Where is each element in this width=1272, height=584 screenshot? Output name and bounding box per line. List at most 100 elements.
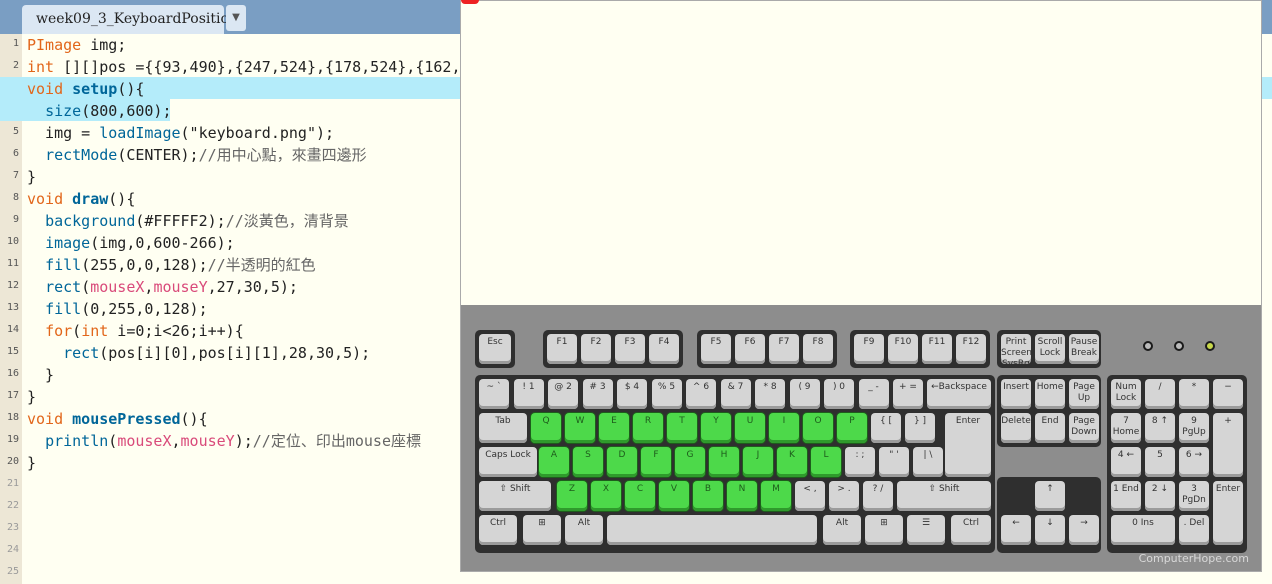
mouse-rect-marker — [461, 0, 479, 4]
line-number: 25 — [6, 566, 19, 577]
code-token: fill — [45, 300, 82, 318]
code-line: rectMode(CENTER);//用中心點，來畫四邊形 — [27, 144, 367, 166]
code-token: (){ — [117, 80, 145, 98]
key-2-: 2 ↓ — [1145, 481, 1175, 511]
code-token: //半透明的紅色 — [207, 256, 316, 274]
key-z: Z — [557, 481, 587, 511]
key-f5: F5 — [701, 334, 731, 364]
code-line: void setup(){ — [27, 78, 144, 100]
key--5: % 5 — [651, 379, 682, 409]
code-token: (){ — [108, 190, 136, 208]
line-number: 1 — [12, 38, 19, 49]
code-line: size(800,600); — [27, 100, 171, 122]
key-8-: 8 ↑ — [1145, 413, 1175, 443]
key-5: 5 — [1145, 447, 1175, 477]
code-token: rect — [63, 344, 100, 362]
code-line: int [][]pos ={{93,490},{247,524},{178,52… — [27, 56, 460, 78]
tab-menu-arrow-icon[interactable]: ▼ — [226, 5, 246, 31]
code-line: } — [27, 364, 54, 386]
key-page-down: Page Down — [1069, 413, 1099, 443]
code-token: mouseY — [153, 278, 208, 296]
line-number: 18 — [6, 412, 19, 423]
code-token: i=0;i<26;i++){ — [108, 322, 244, 340]
code-token: rectMode — [45, 146, 118, 164]
key-f2: F2 — [581, 334, 611, 364]
code-token: } — [27, 366, 55, 384]
key-j: J — [743, 447, 773, 477]
line-number: 11 — [6, 258, 19, 269]
key-e: E — [599, 413, 629, 443]
code-token: (){ — [180, 410, 208, 428]
key-0-ins: 0 Ins — [1111, 515, 1175, 545]
code-line: fill(255,0,0,128);//半透明的紅色 — [27, 254, 316, 276]
key-d: D — [607, 447, 637, 477]
key-enter: Enter — [945, 413, 991, 477]
line-number: 24 — [6, 544, 19, 555]
key-home: Home — [1035, 379, 1065, 409]
code-token: ( — [108, 432, 118, 450]
key--del: . Del — [1179, 515, 1209, 545]
key--: { [ — [871, 413, 901, 443]
code-line: } — [27, 166, 36, 188]
code-token: img = — [27, 124, 100, 142]
key-print-screen-sysrq: Print Screen SysRq — [1001, 334, 1031, 364]
code-token: (pos[i][0],pos[i][1],28,30,5); — [99, 344, 371, 362]
code-line: println(mouseX,mouseY);//定位、印出mouse座標 — [27, 430, 421, 452]
key-num-lock: Num Lock — [1111, 379, 1141, 409]
line-number: 17 — [6, 390, 19, 401]
line-number: 20 — [6, 456, 19, 467]
line-number: 5 — [12, 126, 19, 137]
key--4: $ 4 — [617, 379, 647, 409]
code-token: (0,255,0,128); — [81, 300, 208, 318]
code-token: (255,0,0,128); — [81, 256, 208, 274]
key-q: Q — [531, 413, 561, 443]
key--: → — [1069, 515, 1099, 545]
key-page-up: Page Up — [1069, 379, 1099, 409]
key-3-pgdn: 3 PgDn — [1179, 481, 1209, 511]
key-tab: Tab — [479, 413, 527, 443]
code-token: ); — [234, 432, 253, 450]
key-f11: F11 — [922, 334, 952, 364]
key-ctrl: Ctrl — [479, 515, 517, 545]
key--: ? / — [863, 481, 893, 511]
code-line: void draw(){ — [27, 188, 135, 210]
key--: * — [1179, 379, 1209, 409]
key--: ↓ — [1035, 515, 1065, 545]
key--6: ^ 6 — [686, 379, 716, 409]
key-f4: F4 — [649, 334, 679, 364]
key-g: G — [675, 447, 705, 477]
key--1: ! 1 — [513, 379, 544, 409]
key-4-: 4 ← — [1111, 447, 1141, 477]
code-token: //淡黃色，清背景 — [225, 212, 349, 230]
code-token: ,27,30,5); — [207, 278, 298, 296]
code-token: image — [45, 234, 91, 252]
key--8: * 8 — [755, 379, 785, 409]
code-token: //定位、印出mouse座標 — [252, 432, 421, 450]
code-token: , — [171, 432, 181, 450]
line-number: 12 — [6, 280, 19, 291]
key-r: R — [633, 413, 663, 443]
code-token: void — [27, 410, 64, 428]
key-a: A — [539, 447, 569, 477]
key--: ← — [1001, 515, 1031, 545]
key--: : ; — [845, 447, 875, 477]
key-7-home: 7 Home — [1111, 413, 1141, 443]
indicator-led — [1143, 341, 1153, 351]
key--: " ' — [879, 447, 909, 477]
key-alt: Alt — [565, 515, 603, 545]
key-v: V — [659, 481, 689, 511]
key-end: End — [1035, 413, 1065, 443]
key-enter: Enter — [1213, 481, 1243, 545]
code-token: ("keyboard.png"); — [180, 124, 335, 142]
key-f3: F3 — [615, 334, 645, 364]
key-f12: F12 — [956, 334, 986, 364]
code-line: void mousePressed(){ — [27, 408, 208, 430]
tab-sketch[interactable]: week09_3_KeyboardPosition — [22, 5, 238, 34]
key-9-pgup: 9 PgUp — [1179, 413, 1209, 443]
